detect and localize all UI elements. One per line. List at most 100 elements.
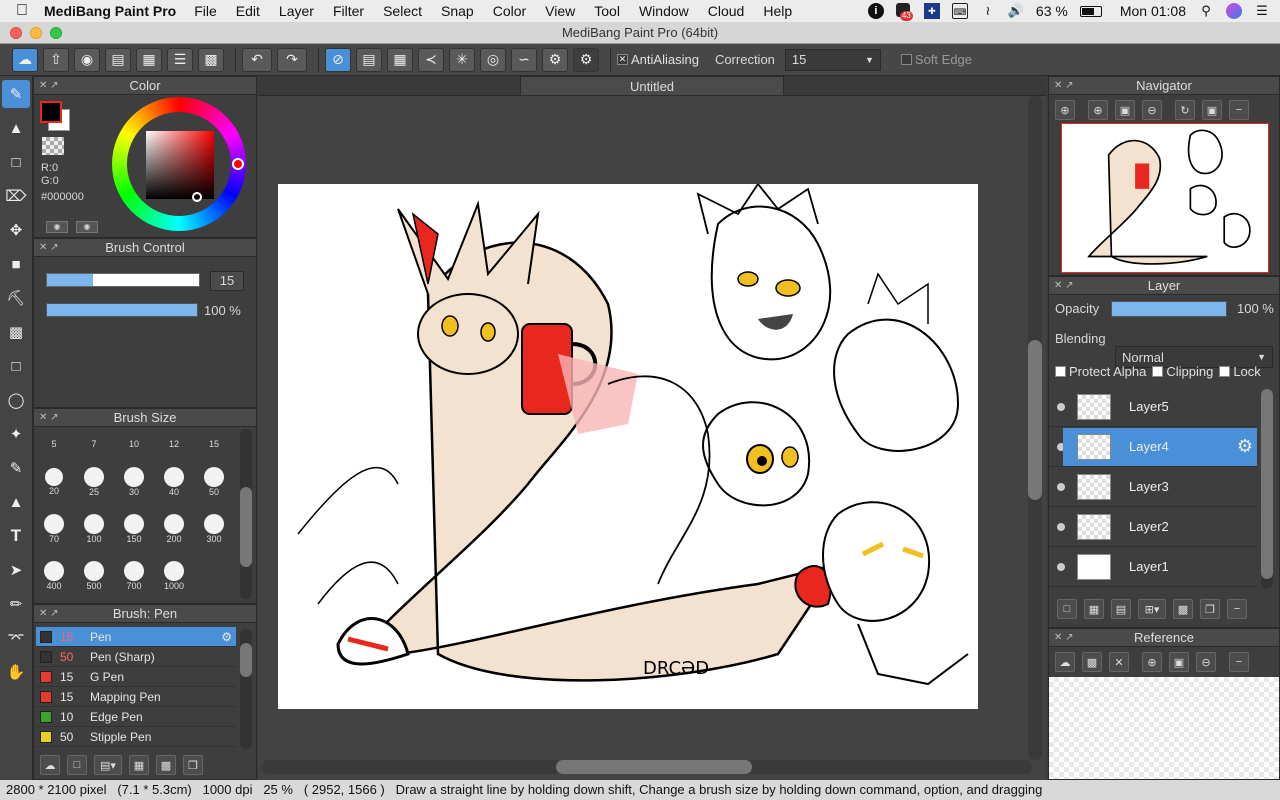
layer-row-layer3[interactable]: Layer3 bbox=[1049, 467, 1257, 507]
visibility-toggle[interactable] bbox=[1057, 522, 1065, 531]
divide-tool[interactable]: ✏ bbox=[2, 590, 30, 618]
fit-button[interactable]: ▣ bbox=[1115, 100, 1135, 120]
panel-close-icon[interactable]: ✕ ↗ bbox=[1054, 277, 1074, 295]
fill-rect-tool[interactable]: ■ bbox=[2, 250, 30, 278]
undo-button[interactable]: ↶ bbox=[242, 47, 272, 72]
brush-item-pen-sharp[interactable]: 50 Pen (Sharp) bbox=[36, 647, 236, 667]
actual-size-button[interactable]: ▣ bbox=[1202, 100, 1222, 120]
cloud-button[interactable]: ☁ bbox=[12, 47, 38, 72]
snap-parallel-button[interactable]: ▤ bbox=[356, 47, 382, 72]
navigator-more-button[interactable]: − bbox=[1229, 100, 1249, 120]
canvas-horizontal-scrollbar[interactable] bbox=[262, 760, 1032, 774]
zoom-in-button[interactable]: ⊕ bbox=[1088, 100, 1108, 120]
panel-close-icon[interactable]: ✕ ↗ bbox=[39, 77, 59, 95]
app-menu[interactable]: MediBang Paint Pro bbox=[44, 3, 176, 19]
layer-row-layer4[interactable]: Layer4 ⚙ bbox=[1049, 427, 1257, 467]
gear-icon[interactable]: ⚙ bbox=[221, 630, 232, 644]
menu-snap[interactable]: Snap bbox=[441, 3, 474, 19]
reference-canvas[interactable] bbox=[1049, 677, 1279, 779]
brush-item-stipple-pen[interactable]: 50 Stipple Pen bbox=[36, 727, 236, 747]
lock-checkbox[interactable]: Lock bbox=[1219, 364, 1261, 379]
panel-close-icon[interactable]: ✕ ↗ bbox=[1054, 629, 1074, 647]
brush-size-option[interactable]: 15 bbox=[194, 439, 234, 449]
layer-more-button[interactable]: − bbox=[1227, 599, 1247, 619]
layer-list-scrollbar[interactable] bbox=[1261, 389, 1273, 589]
spotlight-search-icon[interactable]: ⚲ bbox=[1198, 3, 1214, 19]
zoom-in-small-icon[interactable]: ⊕ bbox=[1055, 100, 1075, 120]
brush-size-option[interactable]: 12 bbox=[154, 439, 194, 449]
comment-button[interactable]: ◉ bbox=[74, 47, 100, 72]
clipping-checkbox[interactable]: Clipping bbox=[1152, 364, 1213, 379]
drawing-canvas[interactable]: DRCƏD bbox=[278, 184, 978, 709]
select-pen-tool[interactable]: ✎ bbox=[2, 454, 30, 482]
brush-size-option[interactable]: 20 bbox=[34, 468, 74, 496]
grid-button[interactable]: ▩ bbox=[198, 47, 224, 72]
reference-open-button[interactable]: ▩ bbox=[1082, 652, 1102, 672]
brush-size-option[interactable]: 50 bbox=[194, 467, 234, 497]
brush-size-slider[interactable] bbox=[46, 273, 200, 287]
brush-size-option[interactable]: 40 bbox=[154, 467, 194, 497]
brush-size-option[interactable]: 150 bbox=[114, 514, 154, 544]
new-brush-button[interactable]: □ bbox=[67, 755, 87, 775]
wifi-icon[interactable]: ≀ bbox=[980, 3, 996, 19]
panel-close-icon[interactable]: ✕ ↗ bbox=[39, 409, 59, 427]
list-button[interactable]: ☰ bbox=[167, 47, 193, 72]
new-8bit-layer-button[interactable]: ▤ bbox=[1111, 599, 1131, 619]
operation-tool[interactable]: ➤ bbox=[2, 556, 30, 584]
menu-edit[interactable]: Edit bbox=[236, 3, 260, 19]
message-button[interactable]: ▤ bbox=[105, 47, 131, 72]
move-tool[interactable]: ✥ bbox=[2, 216, 30, 244]
menu-view[interactable]: View bbox=[545, 3, 575, 19]
rotate-button[interactable]: ↻ bbox=[1175, 100, 1195, 120]
layer-row-layer5[interactable]: Layer5 bbox=[1049, 387, 1257, 427]
snap-settings-button[interactable]: ⚙ bbox=[542, 47, 568, 72]
hue-picker-handle[interactable] bbox=[232, 158, 244, 170]
brush-opacity-slider[interactable] bbox=[46, 303, 198, 317]
panel-close-icon[interactable]: ✕ ↗ bbox=[39, 605, 59, 623]
window-zoom-button[interactable] bbox=[50, 27, 62, 39]
reference-zoom-in-button[interactable]: ⊕ bbox=[1142, 652, 1162, 672]
page-button[interactable]: ▦ bbox=[136, 47, 162, 72]
new-halftone-layer-button[interactable]: ▦ bbox=[1084, 599, 1104, 619]
brush-item-edge-pen[interactable]: 10 Edge Pen bbox=[36, 707, 236, 727]
magic-wand-tool[interactable]: ✦ bbox=[2, 420, 30, 448]
apple-menu-icon[interactable]:  bbox=[0, 2, 44, 20]
brush-size-option[interactable]: 200 bbox=[154, 514, 194, 544]
reference-close-button[interactable]: ✕ bbox=[1109, 652, 1129, 672]
menu-tool[interactable]: Tool bbox=[594, 3, 620, 19]
cloud-brush-button[interactable]: ☁ bbox=[40, 755, 60, 775]
menu-file[interactable]: File bbox=[194, 3, 217, 19]
layer-opacity-slider[interactable] bbox=[1111, 301, 1227, 317]
brush-size-option[interactable]: 25 bbox=[74, 467, 114, 497]
clock[interactable]: Mon 01:08 bbox=[1120, 3, 1186, 19]
brush-size-option[interactable]: 10 bbox=[114, 439, 154, 449]
volume-icon[interactable]: 🔊 bbox=[1008, 3, 1024, 19]
brush-settings-button[interactable]: ▦ bbox=[129, 755, 149, 775]
zoom-out-button[interactable]: ⊖ bbox=[1142, 100, 1162, 120]
menu-window[interactable]: Window bbox=[639, 3, 689, 19]
brush-size-scrollbar[interactable] bbox=[240, 429, 252, 599]
select-eraser-tool[interactable]: ▲ bbox=[2, 488, 30, 516]
add-brush-dropdown[interactable]: ▤▾ bbox=[94, 755, 122, 775]
soft-edge-checkbox[interactable]: Soft Edge bbox=[900, 52, 972, 67]
brush-folder-button[interactable]: ▩ bbox=[156, 755, 176, 775]
brush-size-option[interactable]: 7 bbox=[74, 439, 114, 449]
brush-tool[interactable]: ✎ bbox=[2, 80, 30, 108]
brush-size-option[interactable]: 300 bbox=[194, 514, 234, 544]
snap-extra-button[interactable]: ⚙ bbox=[573, 47, 599, 72]
document-tab[interactable]: Untitled bbox=[520, 76, 784, 96]
redo-button[interactable]: ↷ bbox=[277, 47, 307, 72]
palette-button[interactable]: ◉ bbox=[46, 221, 68, 233]
notification-center-icon[interactable]: ☰ bbox=[1254, 3, 1270, 19]
siri-icon[interactable] bbox=[1226, 3, 1242, 19]
visibility-toggle[interactable] bbox=[1057, 562, 1065, 571]
brush-size-value[interactable]: 15 bbox=[210, 271, 244, 291]
keyboard-icon[interactable]: ⌨ bbox=[951, 3, 968, 19]
brush-size-option[interactable]: 100 bbox=[74, 514, 114, 544]
new-layer-button[interactable]: □ bbox=[1057, 599, 1077, 619]
duplicate-layer-button[interactable]: ❐ bbox=[1200, 599, 1220, 619]
bucket-tool[interactable]: ⛏ bbox=[2, 284, 30, 312]
flag-icon[interactable]: ✚ bbox=[923, 3, 940, 19]
visibility-toggle[interactable] bbox=[1057, 482, 1065, 491]
text-tool[interactable]: T bbox=[2, 522, 30, 550]
